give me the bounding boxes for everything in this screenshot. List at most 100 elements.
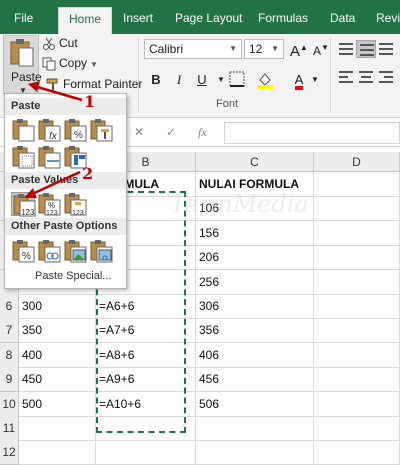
paste-button[interactable]: Paste ▼ — [3, 35, 42, 95]
cell-d[interactable] — [314, 416, 400, 441]
align-right-icon[interactable] — [376, 68, 396, 86]
paste-values-icon[interactable]: 123 — [11, 192, 36, 217]
insert-function-button[interactable]: fx — [198, 125, 207, 140]
cell-a[interactable] — [19, 440, 96, 465]
cell-d[interactable] — [314, 367, 400, 393]
tab-formulas[interactable]: Formulas — [258, 9, 308, 29]
row-header[interactable]: 9 — [0, 367, 19, 393]
linked-picture-icon[interactable] — [89, 239, 113, 263]
grow-font-icon[interactable]: A▲ — [290, 39, 308, 60]
tab-page-layout[interactable]: Page Layout — [175, 9, 242, 29]
no-borders-icon[interactable] — [11, 145, 35, 169]
cell-a[interactable]: 350 — [19, 318, 96, 344]
italic-button[interactable]: I — [170, 71, 188, 89]
row-header[interactable]: 6 — [0, 294, 19, 319]
cell-d[interactable] — [314, 318, 400, 344]
cell-c[interactable]: 256 — [196, 269, 314, 295]
cell-c[interactable]: 156 — [196, 220, 314, 246]
cell-b[interactable]: =A8+6 — [96, 342, 196, 368]
column-header-c[interactable]: C — [196, 152, 314, 172]
copy-button[interactable]: Copy ▼ — [42, 54, 98, 72]
row-header[interactable]: 8 — [0, 342, 19, 368]
align-left-icon[interactable] — [336, 68, 356, 86]
cell-a[interactable]: 400 — [19, 342, 96, 368]
cell-d[interactable] — [314, 172, 400, 197]
tab-review[interactable]: Revi — [376, 9, 400, 29]
align-center-icon[interactable] — [356, 68, 376, 86]
cell-c[interactable] — [196, 416, 314, 441]
paste-values-header: Paste Values — [5, 172, 126, 189]
svg-text:123: 123 — [21, 208, 35, 217]
cell-c[interactable]: 456 — [196, 367, 314, 393]
cell-d[interactable] — [314, 269, 400, 295]
row-header[interactable]: 11 — [0, 416, 19, 441]
paste-formulas-icon[interactable]: fx — [37, 118, 61, 142]
formula-input[interactable] — [224, 122, 400, 144]
keep-column-widths-icon[interactable] — [37, 145, 61, 169]
cell-c[interactable] — [196, 440, 314, 465]
bold-button[interactable]: B — [147, 71, 165, 89]
cell-a[interactable]: 500 — [19, 391, 96, 417]
column-header-d[interactable]: D — [314, 152, 400, 172]
cell-d[interactable] — [314, 245, 400, 271]
chevron-down-icon[interactable]: ▼ — [229, 40, 237, 58]
tab-insert[interactable]: Insert — [123, 9, 153, 29]
cell-c[interactable]: 506 — [196, 391, 314, 417]
cell-b[interactable]: =A10+6 — [96, 391, 196, 417]
cancel-icon[interactable]: ✕ — [134, 125, 144, 139]
svg-text:123: 123 — [72, 210, 84, 216]
cell-b[interactable] — [96, 416, 196, 441]
align-top-icon[interactable] — [336, 40, 356, 58]
row-header[interactable]: 12 — [0, 440, 19, 465]
paste-special-link[interactable]: Paste Special... — [35, 270, 111, 282]
align-middle-icon[interactable] — [356, 40, 376, 58]
cell-c[interactable]: 206 — [196, 245, 314, 271]
cell-b[interactable] — [96, 440, 196, 465]
cell-d[interactable] — [314, 342, 400, 368]
cell-d[interactable] — [314, 220, 400, 246]
cell-a[interactable] — [19, 416, 96, 441]
enter-icon[interactable]: ✓ — [166, 125, 176, 139]
cell-d[interactable] — [314, 294, 400, 319]
paste-formulas-number-format-icon[interactable]: % — [63, 118, 87, 142]
cell-d[interactable] — [314, 391, 400, 417]
chevron-down-icon[interactable]: ▼ — [271, 40, 279, 58]
cut-button[interactable]: Cut — [42, 34, 78, 52]
keep-source-formatting-icon[interactable] — [89, 118, 113, 142]
paste-formatting-icon[interactable]: % — [11, 239, 35, 263]
fill-color-icon[interactable] — [256, 71, 274, 89]
tab-file[interactable]: File — [14, 9, 33, 29]
values-number-format-icon[interactable]: % 123 — [37, 192, 61, 217]
font-name-select[interactable]: Calibri ▼ — [144, 39, 242, 59]
cell-a[interactable]: 300 — [19, 294, 96, 319]
cell-c[interactable]: 356 — [196, 318, 314, 344]
cell-a[interactable]: 450 — [19, 367, 96, 393]
underline-button[interactable]: U — [193, 71, 211, 89]
chevron-down-icon[interactable]: ▼ — [90, 60, 98, 69]
borders-icon[interactable] — [228, 71, 246, 89]
paste-link-icon[interactable] — [37, 239, 61, 263]
chevron-down-icon[interactable]: ▼ — [306, 71, 324, 89]
format-painter-button[interactable]: Format Painter — [46, 75, 142, 93]
format-painter-label: Format Painter — [63, 77, 143, 91]
cell-c[interactable]: NULAI FORMULA — [196, 172, 314, 197]
cell-c[interactable]: 306 — [196, 294, 314, 319]
cell-d[interactable] — [314, 440, 400, 465]
paintbrush-icon — [46, 78, 58, 91]
row-header[interactable]: 7 — [0, 318, 19, 344]
cell-d[interactable] — [314, 196, 400, 222]
shrink-font-icon[interactable]: A▼ — [312, 39, 330, 58]
values-source-formatting-icon[interactable]: 123 — [63, 192, 87, 217]
cell-c[interactable]: 106 — [196, 196, 314, 222]
cell-c[interactable]: 406 — [196, 342, 314, 368]
font-size-select[interactable]: 12 ▼ — [244, 39, 284, 59]
cell-b[interactable]: =A9+6 — [96, 367, 196, 393]
cell-b[interactable]: =A6+6 — [96, 294, 196, 319]
tab-data[interactable]: Data — [330, 9, 355, 29]
align-bottom-icon[interactable] — [376, 40, 396, 58]
row-header[interactable]: 10 — [0, 391, 19, 417]
tab-home[interactable]: Home — [58, 7, 113, 34]
cell-b[interactable]: =A7+6 — [96, 318, 196, 344]
paste-picture-icon[interactable] — [63, 239, 87, 263]
paste-icon[interactable] — [11, 118, 35, 142]
